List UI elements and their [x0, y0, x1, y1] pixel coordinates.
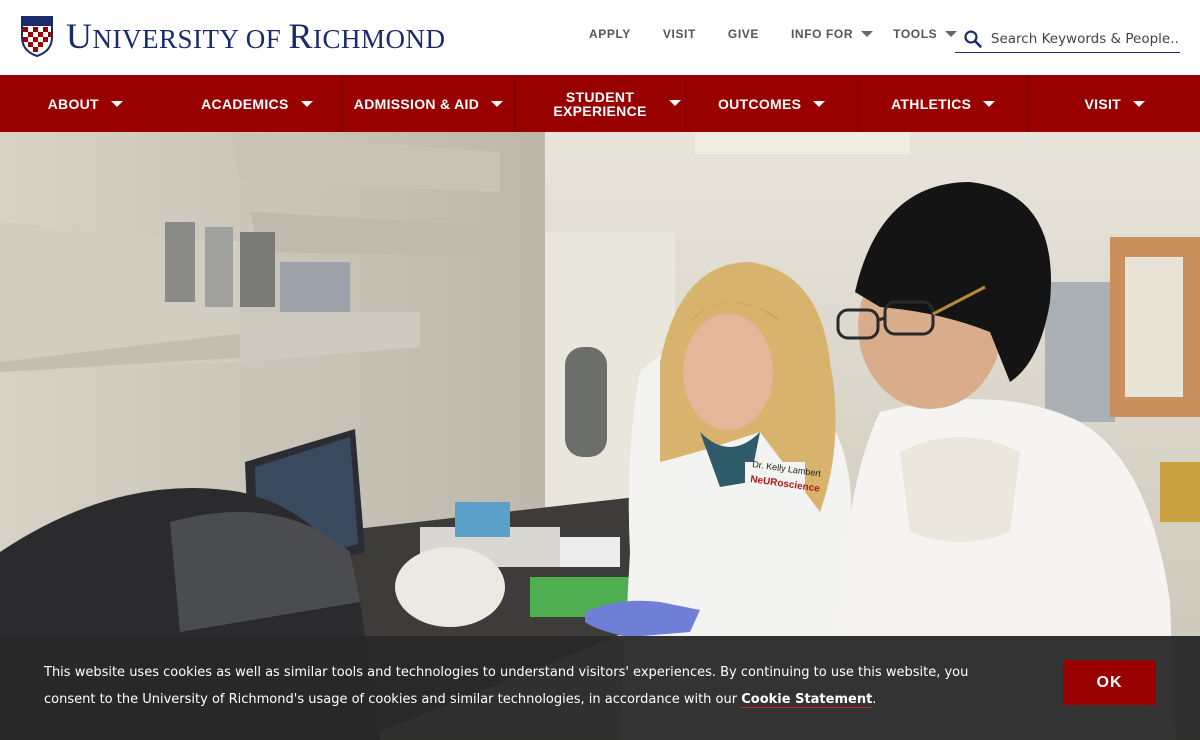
search-box	[955, 26, 1180, 53]
tools-label: TOOLS	[893, 27, 938, 41]
university-logo[interactable]: UNIVERSITY OF RICHMOND	[20, 15, 446, 57]
cookie-ok-button[interactable]: OK	[1063, 660, 1156, 705]
chevron-down-icon	[983, 100, 996, 107]
chevron-down-icon	[813, 100, 826, 107]
chevron-down-icon	[110, 100, 123, 107]
nav-outcomes[interactable]: OUTCOMES	[686, 75, 858, 132]
main-nav: ABOUT ACADEMICS ADMISSION & AID STUDENT …	[0, 75, 1200, 132]
nav-outcomes-label: OUTCOMES	[717, 95, 802, 112]
nav-athletics[interactable]: ATHLETICS	[858, 75, 1030, 132]
nav-student-experience-label: STUDENT EXPERIENCE	[553, 88, 647, 119]
chevron-down-icon	[1133, 100, 1146, 107]
chevron-down-icon	[300, 100, 313, 107]
chevron-down-icon	[669, 100, 682, 106]
chevron-down-icon	[861, 31, 874, 37]
apply-link[interactable]: APPLY	[589, 27, 631, 41]
visit-link[interactable]: VISIT	[663, 27, 696, 41]
cookie-statement-link[interactable]: Cookie Statement	[741, 692, 873, 708]
nav-about[interactable]: ABOUT	[0, 75, 172, 132]
nav-student-experience[interactable]: STUDENT EXPERIENCE	[515, 75, 687, 132]
info-for-dropdown[interactable]: INFO FOR	[791, 27, 874, 41]
university-wordmark: UNIVERSITY OF RICHMOND	[66, 16, 446, 56]
info-for-label: INFO FOR	[791, 27, 854, 41]
nav-admission-aid[interactable]: ADMISSION & AID	[343, 75, 515, 132]
nav-visit-label: VISIT	[1084, 95, 1122, 112]
nav-about-label: ABOUT	[47, 95, 99, 112]
shield-icon	[21, 16, 53, 57]
cookie-message: This website uses cookies as well as sim…	[44, 665, 969, 708]
nav-admission-aid-label: ADMISSION & AID	[353, 95, 480, 112]
nav-academics[interactable]: ACADEMICS	[172, 75, 344, 132]
nav-visit[interactable]: VISIT	[1029, 75, 1200, 132]
utility-nav: APPLY VISIT GIVE INFO FOR TOOLS	[589, 27, 977, 41]
tools-dropdown[interactable]: TOOLS	[893, 27, 958, 41]
search-icon[interactable]	[963, 29, 983, 49]
site-header: UNIVERSITY OF RICHMOND APPLY VISIT GIVE …	[0, 0, 1200, 75]
nav-academics-label: ACADEMICS	[201, 95, 289, 112]
give-link[interactable]: GIVE	[728, 27, 759, 41]
nav-athletics-label: ATHLETICS	[891, 95, 972, 112]
chevron-down-icon	[491, 100, 504, 107]
search-input[interactable]	[990, 31, 1180, 47]
cookie-banner: This website uses cookies as well as sim…	[0, 636, 1200, 740]
